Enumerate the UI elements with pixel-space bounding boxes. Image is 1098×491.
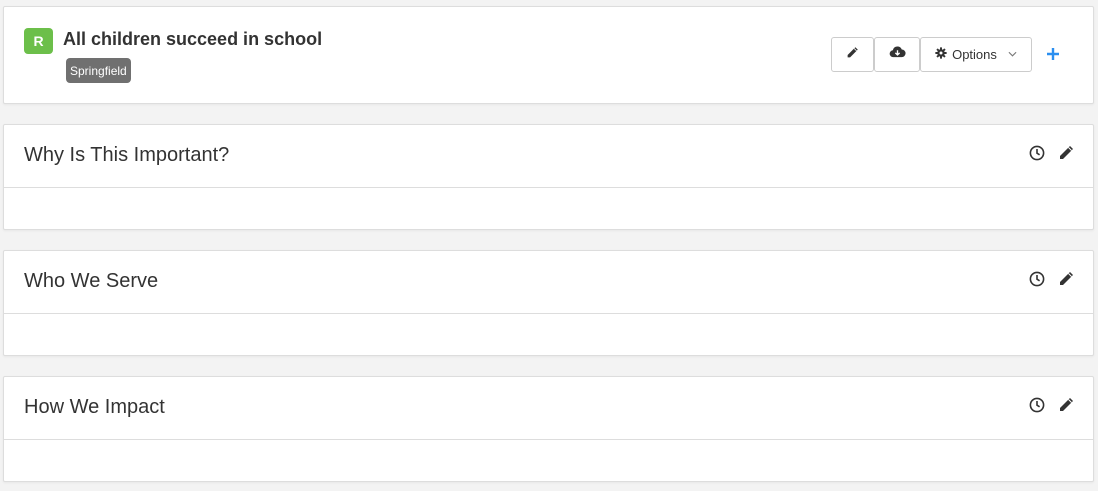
gear-icon <box>935 47 947 62</box>
section-header: Who We Serve <box>4 251 1093 314</box>
section-card-who-we-serve: Who We Serve <box>3 250 1094 356</box>
cloud-download-icon <box>889 45 906 64</box>
section-title: Why Is This Important? <box>24 144 230 166</box>
pencil-icon <box>1058 271 1074 292</box>
history-button[interactable] <box>1028 397 1046 418</box>
section-card-why-important: Why Is This Important? <box>3 124 1094 230</box>
edit-button[interactable] <box>831 37 874 72</box>
section-header: Why Is This Important? <box>4 125 1093 188</box>
chevron-down-icon <box>1008 49 1017 60</box>
section-header: How We Impact <box>4 377 1093 440</box>
plus-icon <box>1046 40 1060 68</box>
options-label: Options <box>952 47 997 62</box>
download-button[interactable] <box>874 37 920 72</box>
page-title: All children succeed in school <box>63 29 323 49</box>
section-title: Who We Serve <box>24 270 159 292</box>
history-button[interactable] <box>1028 145 1046 166</box>
options-dropdown-button[interactable]: Options <box>920 37 1032 72</box>
edit-section-button[interactable] <box>1057 271 1075 292</box>
pencil-icon <box>846 46 859 64</box>
pencil-icon <box>1058 145 1074 166</box>
edit-section-button[interactable] <box>1057 397 1075 418</box>
section-card-how-we-impact: How We Impact <box>3 376 1094 482</box>
pencil-icon <box>1058 397 1074 418</box>
clock-icon <box>1029 397 1045 418</box>
clock-icon <box>1029 145 1045 166</box>
history-button[interactable] <box>1028 271 1046 292</box>
result-type-badge: R <box>24 28 53 54</box>
add-button[interactable] <box>1042 39 1064 69</box>
clock-icon <box>1029 271 1045 292</box>
location-tag[interactable]: Springfield <box>66 58 131 83</box>
result-header-card: R All children succeed in school Springf… <box>3 6 1094 104</box>
edit-section-button[interactable] <box>1057 145 1075 166</box>
section-title: How We Impact <box>24 396 165 418</box>
